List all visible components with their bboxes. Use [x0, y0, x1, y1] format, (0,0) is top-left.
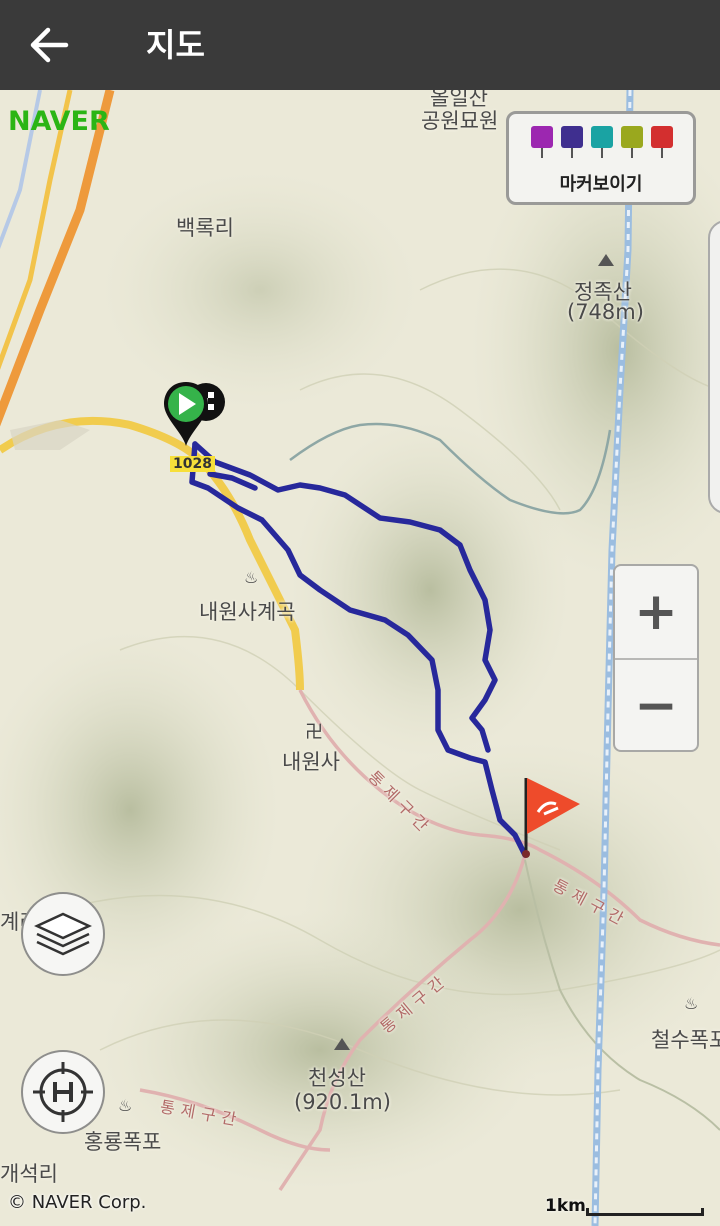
heliport-icon [33, 1062, 93, 1122]
map-view[interactable]: NAVER 올일산 공원묘원 백록리 정족산 (748m) 1028 내원사계곡… [0, 90, 720, 1226]
map-label: (748m) [567, 300, 644, 324]
marker-toggle-button[interactable]: 마커보이기 [506, 111, 696, 205]
marker-icon-row [531, 126, 681, 160]
map-label: 공원묘원 [421, 109, 499, 133]
map-label: (920.1m) [294, 1090, 391, 1114]
map-label: 개석리 [0, 1162, 58, 1186]
locate-button[interactable] [21, 1050, 105, 1134]
app-header: 지도 [0, 0, 720, 90]
page-title: 지도 [146, 26, 205, 64]
map-label: 백록리 [176, 216, 234, 240]
layers-button[interactable] [21, 892, 105, 976]
side-handle[interactable] [708, 220, 720, 514]
end-flag-icon[interactable] [516, 774, 586, 860]
map-label: 내원사계곡 [199, 600, 296, 624]
copyright-text: © NAVER Corp. [8, 1192, 147, 1213]
map-terrain [0, 90, 720, 1226]
map-label: 천성산 [308, 1066, 366, 1090]
arrow-left-icon[interactable] [26, 22, 72, 68]
zoom-in-button[interactable]: + [615, 566, 697, 660]
waterfall-icon: ♨ [118, 1096, 133, 1115]
start-marker-icon[interactable] [162, 380, 228, 460]
waterfall-icon: ♨ [244, 568, 259, 587]
video-icon [561, 126, 583, 148]
map-label: 철수폭포 [651, 1028, 720, 1052]
waterfall-icon: ♨ [684, 994, 699, 1013]
layers-icon [34, 912, 92, 956]
pencil-icon [591, 126, 613, 148]
zoom-control: + − [613, 564, 699, 752]
temple-icon: 卍 [305, 722, 323, 743]
note-icon [621, 126, 643, 148]
scale-label: 1km [545, 1196, 586, 1216]
marker-toggle-label: 마커보이기 [559, 174, 643, 195]
camera-icon [531, 126, 553, 148]
flag-icon [651, 126, 673, 148]
scale-bar [586, 1208, 704, 1216]
zoom-out-button[interactable]: − [615, 660, 697, 750]
map-label: 내원사 [282, 750, 340, 774]
naver-logo: NAVER [8, 106, 110, 137]
